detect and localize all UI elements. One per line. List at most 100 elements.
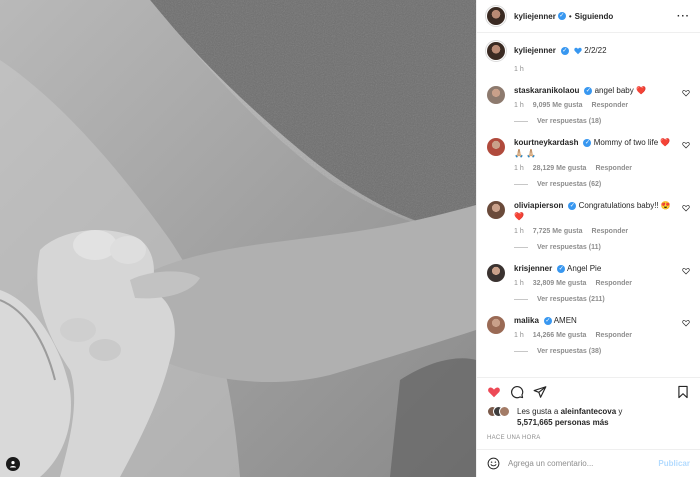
heart-icon[interactable]	[487, 385, 501, 399]
replies-label[interactable]: Ver respuestas (38)	[537, 348, 601, 355]
comment-icon[interactable]	[510, 385, 524, 399]
heart-icon[interactable]	[682, 267, 690, 275]
verified-icon: ✓	[557, 264, 566, 273]
caption-time: 1 h	[514, 66, 524, 73]
reply-button[interactable]: Responder	[592, 228, 629, 235]
replies-line	[514, 351, 528, 352]
post-header: kyliejenner ✓ • Siguiendo ···	[477, 0, 700, 33]
comment-username[interactable]: staskaranikolaou	[514, 86, 579, 95]
comment-likes[interactable]: 7,725 Me gusta	[533, 228, 583, 235]
post-sidebar: kyliejenner ✓ • Siguiendo ··· kyliejenne…	[476, 0, 700, 477]
heart-icon[interactable]	[682, 141, 690, 149]
comment-likes[interactable]: 28,129 Me gusta	[533, 165, 587, 172]
verified-icon: ✓	[557, 12, 566, 20]
caption: kyliejenner ✓ 2/2/22	[487, 33, 690, 60]
comment-text: AMEN	[553, 316, 577, 325]
likes-summary: Les gusta a aleinfantecova y 5,571,665 p…	[487, 406, 690, 428]
likes-joiner: y	[618, 407, 623, 416]
comment-time: 1 h	[514, 102, 524, 109]
replies-line	[514, 121, 528, 122]
view-replies-button[interactable]: Ver respuestas (211)	[514, 296, 690, 303]
replies-line	[514, 184, 528, 185]
view-replies-button[interactable]: Ver respuestas (11)	[514, 244, 690, 251]
comment-time: 1 h	[514, 165, 524, 172]
comment-username[interactable]: krisjenner	[514, 264, 552, 273]
replies-label[interactable]: Ver respuestas (211)	[537, 296, 605, 303]
author-username[interactable]: kyliejenner	[514, 12, 556, 21]
post-time: HACE UNA HORA	[487, 435, 541, 441]
verified-icon: ✓	[583, 138, 592, 147]
verified-icon: ✓	[560, 46, 569, 55]
comment-row: malika ✓ AMEN 1 h 14,266 Me gusta Responder	[487, 303, 690, 339]
add-comment-bar: Publicar	[477, 449, 700, 477]
view-replies-button[interactable]: Ver respuestas (62)	[514, 181, 690, 188]
avatar[interactable]	[487, 264, 505, 282]
likes-user[interactable]: aleinfantecova	[561, 407, 617, 416]
avatar[interactable]	[487, 7, 505, 25]
baby-hand-photo	[0, 0, 476, 477]
reply-button[interactable]: Responder	[595, 165, 632, 172]
comment-item: krisjenner ✓ Angel Pie 1 h 32,809 Me gusta…	[487, 251, 690, 303]
reply-button[interactable]: Responder	[592, 102, 629, 109]
following-button[interactable]: Siguiendo	[575, 12, 614, 21]
comment-entries: staskaranikolaou ✓ angel baby ❤️ 1 h 9,095…	[487, 73, 690, 355]
comments-list[interactable]: kyliejenner ✓ 2/2/22 1 h staskaranikolaou…	[477, 33, 700, 377]
tag-user-icon[interactable]	[6, 457, 20, 471]
caption-text: 2/2/22	[584, 46, 607, 55]
heart-icon[interactable]	[682, 319, 690, 327]
more-icon[interactable]: ···	[677, 11, 690, 22]
post-actions: Les gusta a aleinfantecova y 5,571,665 p…	[477, 377, 700, 441]
replies-label[interactable]: Ver respuestas (11)	[537, 244, 601, 251]
comment-username[interactable]: oliviapierson	[514, 201, 563, 210]
share-icon[interactable]	[533, 385, 547, 399]
comment-likes[interactable]: 9,095 Me gusta	[533, 102, 583, 109]
replies-line	[514, 247, 528, 248]
heart-icon[interactable]	[682, 204, 690, 212]
verified-icon: ✓	[543, 316, 552, 325]
view-replies-button[interactable]: Ver respuestas (18)	[514, 118, 690, 125]
reply-button[interactable]: Responder	[595, 332, 632, 339]
comment-row: staskaranikolaou ✓ angel baby ❤️ 1 h 9,095…	[487, 73, 690, 109]
comment-row: kourtneykardash ✓ Mommy of two life ❤️🙏🏼 …	[487, 125, 690, 172]
separator-dot: •	[568, 11, 572, 21]
caption-username[interactable]: kyliejenner	[514, 46, 556, 55]
comment-likes[interactable]: 32,809 Me gusta	[533, 280, 587, 287]
caption-meta: 1 h	[514, 66, 690, 73]
replies-label[interactable]: Ver respuestas (18)	[537, 118, 601, 125]
action-icons	[487, 378, 690, 406]
liker-avatars	[487, 406, 511, 417]
heart-icon[interactable]	[682, 89, 690, 97]
avatar[interactable]	[487, 138, 505, 156]
likes-count[interactable]: 5,571,665 personas más	[517, 418, 609, 427]
comment-item: malika ✓ AMEN 1 h 14,266 Me gusta Responder…	[487, 303, 690, 355]
replies-line	[514, 299, 528, 300]
smile-icon[interactable]	[487, 457, 500, 470]
bookmark-icon[interactable]	[676, 385, 690, 399]
avatar[interactable]	[487, 86, 505, 104]
comment-item: staskaranikolaou ✓ angel baby ❤️ 1 h 9,095…	[487, 73, 690, 125]
publish-button[interactable]: Publicar	[658, 459, 690, 468]
comment-row: krisjenner ✓ Angel Pie 1 h 32,809 Me gusta…	[487, 251, 690, 287]
comment-text: Angel Pie	[567, 264, 602, 273]
verified-icon: ✓	[568, 201, 577, 210]
comment-input[interactable]	[508, 459, 659, 468]
comment-item: oliviapierson ✓ Congratulations baby!! 😍❤…	[487, 188, 690, 251]
comment-time: 1 h	[514, 280, 524, 287]
comment-item: kourtneykardash ✓ Mommy of two life ❤️🙏🏼 …	[487, 125, 690, 188]
avatar[interactable]	[487, 316, 505, 334]
view-replies-button[interactable]: Ver respuestas (38)	[514, 348, 690, 355]
avatar[interactable]	[487, 201, 505, 219]
comment-username[interactable]: malika	[514, 316, 539, 325]
replies-label[interactable]: Ver respuestas (62)	[537, 181, 601, 188]
comment-text: angel baby ❤️	[594, 86, 646, 95]
comment-time: 1 h	[514, 332, 524, 339]
comment-likes[interactable]: 14,266 Me gusta	[533, 332, 587, 339]
reply-button[interactable]: Responder	[595, 280, 632, 287]
comment-username[interactable]: kourtneykardash	[514, 138, 578, 147]
comment-time: 1 h	[514, 228, 524, 235]
blue-heart-icon	[574, 47, 582, 55]
post-photo[interactable]	[0, 0, 476, 477]
likes-prefix: Les gusta a	[517, 407, 559, 416]
verified-icon: ✓	[584, 86, 593, 95]
avatar[interactable]	[487, 42, 505, 60]
